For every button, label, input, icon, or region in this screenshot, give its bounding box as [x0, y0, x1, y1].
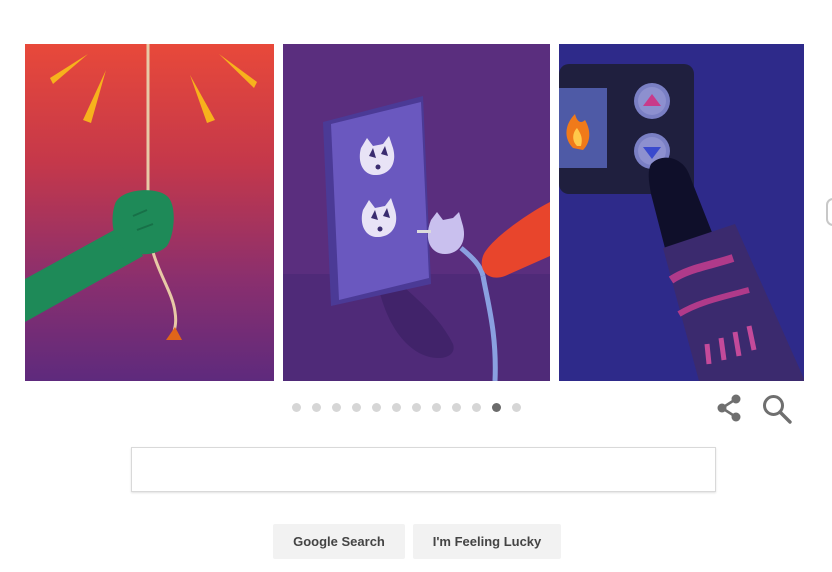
search-input[interactable] [132, 448, 715, 491]
outlet-illustration [283, 44, 550, 381]
carousel-dots [292, 403, 521, 413]
carousel-dot[interactable] [452, 403, 461, 412]
carousel-dot[interactable] [512, 403, 521, 412]
magnifier-icon[interactable] [761, 393, 793, 425]
feeling-lucky-button[interactable]: I'm Feeling Lucky [413, 524, 561, 559]
doodle-panel-light-cord[interactable] [25, 44, 274, 381]
carousel-dot[interactable] [312, 403, 321, 412]
search-box [131, 447, 716, 492]
carousel-dot[interactable] [332, 403, 341, 412]
carousel-dot[interactable] [292, 403, 301, 412]
google-search-button[interactable]: Google Search [273, 524, 405, 559]
carousel-dot[interactable] [412, 403, 421, 412]
doodle-panel-thermostat[interactable] [559, 44, 804, 381]
carousel-dot[interactable] [472, 403, 481, 412]
doodle-panel-outlet[interactable] [283, 44, 550, 381]
carousel-dot[interactable] [392, 403, 401, 412]
thermostat-illustration [559, 44, 804, 381]
share-icon[interactable] [713, 392, 745, 424]
light-cord-illustration [25, 44, 274, 381]
carousel-dot[interactable] [372, 403, 381, 412]
carousel-dot[interactable] [492, 403, 501, 412]
carousel-dot[interactable] [432, 403, 441, 412]
next-panel-edge [826, 198, 832, 226]
carousel-dot[interactable] [352, 403, 361, 412]
